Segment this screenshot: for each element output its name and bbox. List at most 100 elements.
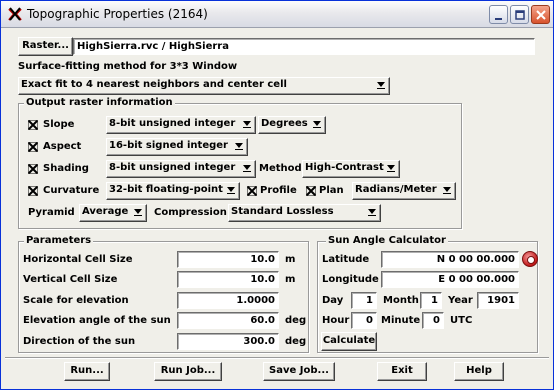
raster-button-label: Raster... <box>22 40 69 51</box>
sun-direction-label: Direction of the sun <box>23 336 136 347</box>
calculate-button-label: Calculate <box>322 335 376 346</box>
chevron-down-icon <box>442 187 452 195</box>
year-input[interactable]: 1901 <box>477 292 519 309</box>
shading-label: Shading <box>43 163 89 174</box>
curvature-type-select[interactable]: 32-bit floating-point <box>106 182 240 200</box>
title-bar[interactable]: Topographic Properties (2164) <box>1 1 553 28</box>
pyramid-value: Average <box>82 206 129 217</box>
profile-label: Profile <box>260 185 297 196</box>
day-input[interactable]: 1 <box>351 292 377 309</box>
pyramid-select[interactable]: Average <box>79 204 147 222</box>
slope-checkbox[interactable] <box>28 120 38 130</box>
raster-path-field[interactable]: HighSierra.rvc / HighSierra <box>73 38 535 55</box>
maximize-button[interactable] <box>510 5 529 24</box>
vertical-cell-size-input[interactable]: 10.0 <box>177 271 279 288</box>
chevron-down-icon <box>234 143 244 151</box>
shading-type-value: 8-bit unsigned integer <box>109 162 236 173</box>
minute-input[interactable]: 0 <box>422 312 444 329</box>
chevron-down-icon <box>133 209 143 217</box>
exit-button[interactable]: Exit <box>377 362 427 381</box>
month-label: Month <box>383 295 419 306</box>
latitude-label: Latitude <box>322 254 370 265</box>
sun-direction-value: 300.0 <box>243 336 275 347</box>
shading-method-value: High-Contrast <box>305 162 384 173</box>
app-icon <box>8 7 22 21</box>
longitude-value: E 0 00 00.000 <box>438 274 515 285</box>
compression-label: Compression <box>154 207 227 218</box>
close-icon <box>536 10 546 20</box>
horizontal-cell-size-unit: m <box>285 254 296 265</box>
aspect-checkbox[interactable] <box>28 142 38 152</box>
slope-units-select[interactable]: Degrees <box>258 116 326 134</box>
longitude-input[interactable]: E 0 00 00.000 <box>381 271 519 288</box>
pyramid-label: Pyramid <box>28 207 75 218</box>
raster-button[interactable]: Raster... <box>18 37 73 56</box>
chevron-down-icon <box>367 209 377 217</box>
chevron-down-icon <box>386 165 396 173</box>
vertical-cell-size-label: Vertical Cell Size <box>23 274 118 285</box>
shading-method-select[interactable]: High-Contrast <box>302 160 400 178</box>
help-button-label: Help <box>466 365 492 376</box>
vertical-cell-size-value: 10.0 <box>250 274 275 285</box>
help-button[interactable]: Help <box>454 362 504 381</box>
year-value: 1901 <box>487 295 515 306</box>
footer-separator <box>5 357 549 359</box>
calculate-button[interactable]: Calculate <box>321 332 377 351</box>
maximize-icon <box>515 10 525 20</box>
aspect-type-value: 16-bit signed integer <box>109 140 228 151</box>
run-job-button-label: Run Job... <box>160 365 216 376</box>
curvature-units-select[interactable]: Radians/Meter <box>352 182 456 200</box>
run-button[interactable]: Run... <box>64 362 110 381</box>
sun-elevation-angle-input[interactable]: 60.0 <box>177 312 279 329</box>
shading-checkbox[interactable] <box>28 164 38 174</box>
scale-elevation-label: Scale for elevation <box>23 295 129 306</box>
run-job-button[interactable]: Run Job... <box>154 362 222 381</box>
day-value: 1 <box>366 295 373 306</box>
profile-checkbox[interactable] <box>247 186 257 196</box>
sun-elevation-angle-value: 60.0 <box>250 315 275 326</box>
minimize-button[interactable] <box>489 5 508 24</box>
latitude-value: N 0 00 00.000 <box>436 254 515 265</box>
latitude-input[interactable]: N 0 00 00.000 <box>381 251 519 268</box>
hour-input[interactable]: 0 <box>351 312 377 329</box>
month-value: 1 <box>431 295 438 306</box>
sun-elevation-angle-unit: deg <box>285 315 307 326</box>
exit-button-label: Exit <box>391 365 413 376</box>
surface-method-select[interactable]: Exact fit to 4 nearest neighbors and cen… <box>18 77 390 95</box>
save-job-button[interactable]: Save Job... <box>263 362 335 381</box>
horizontal-cell-size-input[interactable]: 10.0 <box>177 251 279 268</box>
settings-icon[interactable] <box>522 251 538 267</box>
utc-label: UTC <box>450 315 473 326</box>
scale-elevation-input[interactable]: 1.0000 <box>177 292 279 309</box>
chevron-down-icon <box>242 165 252 173</box>
month-input[interactable]: 1 <box>420 292 442 309</box>
shading-type-select[interactable]: 8-bit unsigned integer <box>106 160 256 178</box>
chevron-down-icon <box>242 121 252 129</box>
slope-type-select[interactable]: 8-bit unsigned integer <box>106 116 256 134</box>
compression-value: Standard Lossless <box>231 206 334 217</box>
aspect-type-select[interactable]: 16-bit signed integer <box>106 138 248 156</box>
minimize-icon <box>495 18 502 20</box>
hour-value: 0 <box>366 315 373 326</box>
curvature-label: Curvature <box>43 185 100 196</box>
window-title: Topographic Properties (2164) <box>27 7 208 21</box>
horizontal-cell-size-label: Horizontal Cell Size <box>23 254 133 265</box>
compression-select[interactable]: Standard Lossless <box>228 204 381 222</box>
hour-label: Hour <box>322 315 350 326</box>
aspect-label: Aspect <box>43 141 82 152</box>
plan-checkbox[interactable] <box>306 186 316 196</box>
slope-type-value: 8-bit unsigned integer <box>109 118 236 129</box>
plan-label: Plan <box>319 185 344 196</box>
minute-label: Minute <box>381 315 421 326</box>
close-button[interactable] <box>531 5 550 24</box>
curvature-checkbox[interactable] <box>28 186 38 196</box>
surface-fitting-label: Surface-fitting method for 3*3 Window <box>18 61 238 72</box>
run-button-label: Run... <box>70 365 104 376</box>
sun-direction-input[interactable]: 300.0 <box>177 333 279 350</box>
curvature-type-value: 32-bit floating-point <box>109 184 223 195</box>
parameters-group-title: Parameters <box>24 235 94 247</box>
topographic-properties-window: Topographic Properties (2164) Raster... … <box>0 0 554 390</box>
vertical-cell-size-unit: m <box>285 274 296 285</box>
output-raster-group-title: Output raster information <box>24 97 175 109</box>
slope-units-value: Degrees <box>261 118 308 129</box>
